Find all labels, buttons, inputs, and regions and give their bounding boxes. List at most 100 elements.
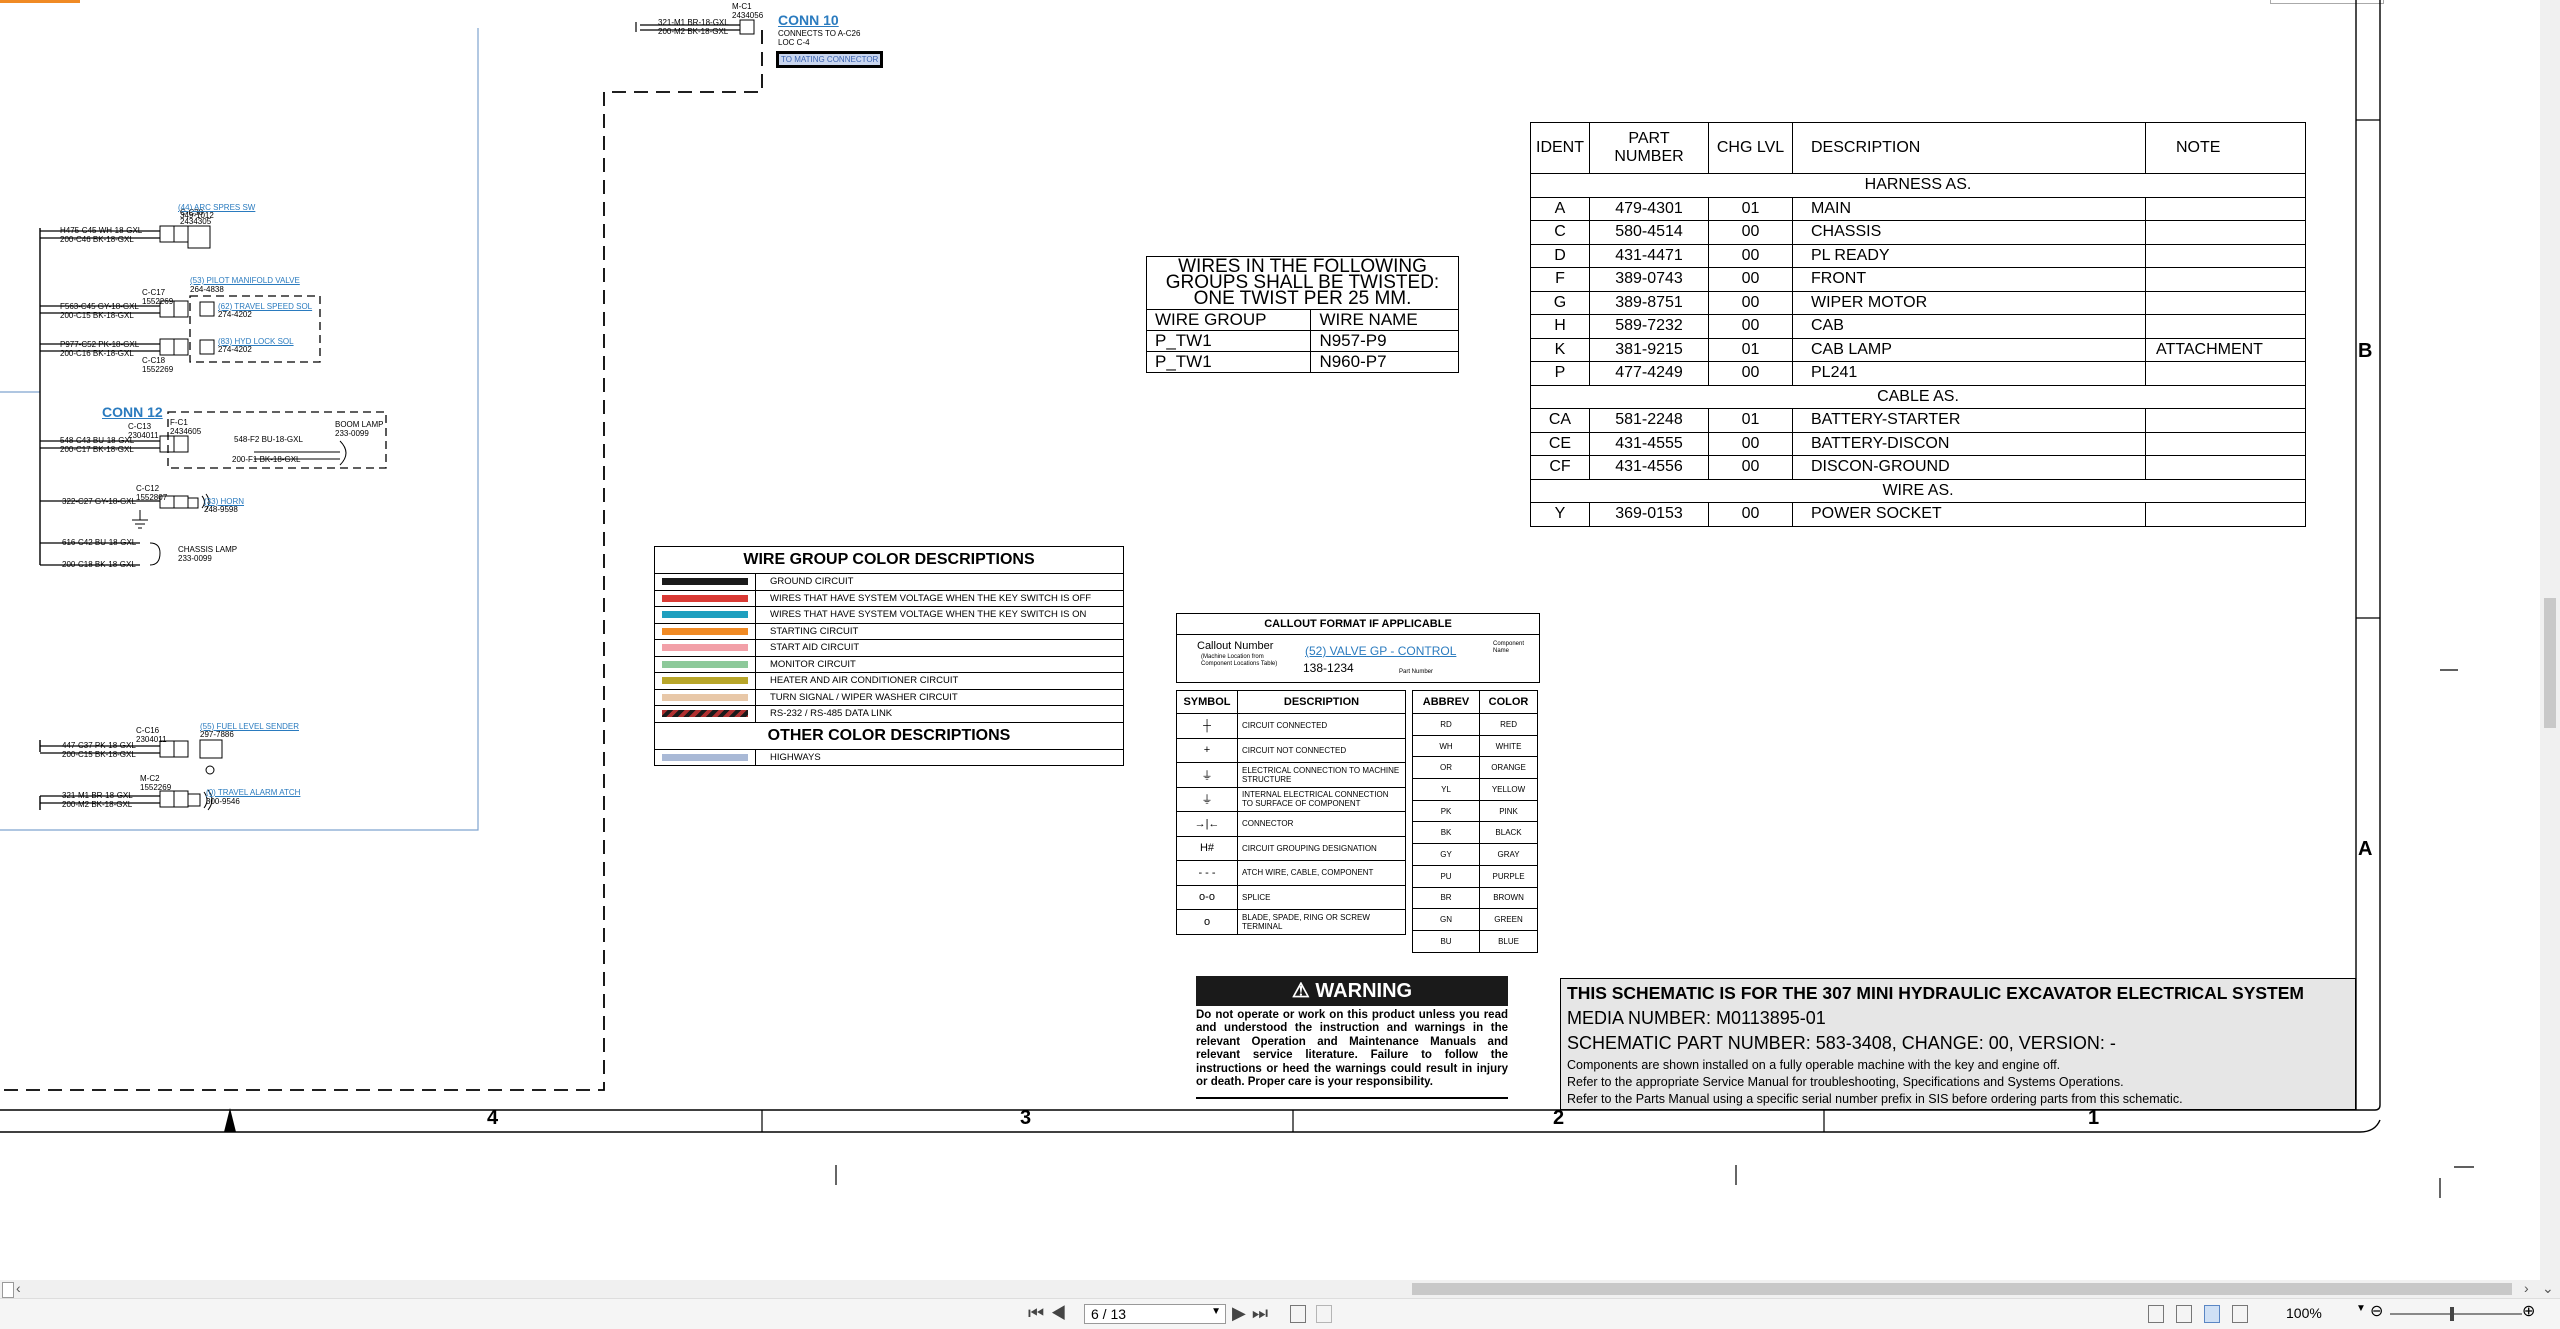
page-back-icon[interactable]: [1290, 1305, 1306, 1323]
link-pilot-manifold[interactable]: (53) PILOT MANIFOLD VALVE: [190, 276, 300, 285]
continuous-facing-view-icon[interactable]: [2231, 1305, 2248, 1323]
color-abbrev-table: ABBREV COLOR RD RED WH WHITE OR ORANGE YL YELLOW…: [1411, 690, 1538, 953]
abbrev-row: BR BROWN: [1411, 886, 1538, 910]
conn10-link[interactable]: CONN 10: [778, 12, 839, 28]
color-swatch: [662, 677, 748, 685]
horizontal-scroll-thumb[interactable]: [1412, 1283, 2512, 1295]
zoom-slider-thumb[interactable]: [2450, 1307, 2454, 1321]
wire-group-row: STARTING CIRCUIT: [655, 623, 1123, 640]
wire-group-row: RS-232 / RS-485 DATA LINK: [655, 706, 1123, 722]
facing-view-icon[interactable]: [2203, 1305, 2220, 1323]
parts-row: G 389-8751 00 WIPER MOTOR: [1530, 290, 2306, 315]
symbol-row: →|← CONNECTOR: [1176, 811, 1406, 837]
color-swatch: [662, 660, 748, 668]
zone-2: 2: [1553, 1107, 1565, 1129]
horizontal-scrollbar[interactable]: ‹ ›: [0, 1280, 2540, 1298]
symbol-row: o-o SPLICE: [1176, 884, 1406, 910]
scroll-right-icon[interactable]: ›: [2524, 1280, 2529, 1296]
color-swatch: [662, 627, 748, 635]
title-block: THIS SCHEMATIC IS FOR THE 307 MINI HYDRA…: [1560, 978, 2356, 1110]
next-page-icon[interactable]: ▶: [1232, 1303, 1252, 1323]
zoom-slider[interactable]: [2390, 1307, 2522, 1321]
abbrev-row: YL YELLOW: [1411, 778, 1538, 801]
abbrev-row: WH WHITE: [1411, 734, 1538, 758]
parts-row: CE 431-4555 00 BATTERY-DISCON: [1530, 431, 2306, 456]
color-swatch: [662, 753, 748, 761]
symbol-row: ┼ CIRCUIT CONNECTED: [1176, 713, 1406, 739]
warning-icon: ⚠: [1291, 980, 1310, 1002]
parts-row: K 381-9215 01 CAB LAMP ATTACHMENT: [1530, 337, 2306, 362]
page-number-select[interactable]: 6 / 13 ▼: [1084, 1304, 1226, 1324]
abbrev-row: PK PINK: [1411, 799, 1538, 823]
color-swatch: [662, 611, 748, 619]
wire-group-row: HEATER AND AIR CONDITIONER CIRCUIT: [655, 673, 1123, 690]
schematic-canvas: H475-C45 WH-18-GXL 200-C46 BK-18-GXL C-C3…: [0, 0, 2540, 1280]
parts-row: CF 431-4556 00 DISCON-GROUND: [1530, 455, 2306, 480]
abbrev-row: PU PURPLE: [1411, 864, 1538, 888]
last-page-icon[interactable]: ⏭: [1252, 1303, 1274, 1323]
color-swatch: [662, 710, 748, 718]
connector-label: C-C17 1552269: [142, 288, 174, 306]
zone-1: 1: [2088, 1107, 2100, 1129]
wire-label: 321-M1 BR-18-GXL 200-M2 BK-18-GXL: [62, 791, 133, 809]
parts-row: C 580-4514 00 CHASSIS: [1530, 220, 2306, 245]
scroll-down-icon[interactable]: ⌄: [2542, 1280, 2554, 1297]
wire-group-row: WIRES THAT HAVE SYSTEM VOLTAGE WHEN THE …: [655, 590, 1123, 607]
vertical-scrollbar[interactable]: [2540, 0, 2560, 1280]
wire-group-row: GROUND CIRCUIT: [655, 574, 1123, 591]
vertical-scroll-thumb[interactable]: [2544, 598, 2556, 728]
zoom-out-icon[interactable]: ⊖: [2370, 1301, 2383, 1321]
symbol-row: + CIRCUIT NOT CONNECTED: [1176, 737, 1406, 763]
callout-example-link[interactable]: (52) VALVE GP - CONTROL: [1305, 645, 1456, 657]
wire-group-row: WIRES THAT HAVE SYSTEM VOLTAGE WHEN THE …: [655, 607, 1123, 624]
wire-label: F563-C45 GY-18-GXL 200-C15 BK-18-GXL: [60, 302, 139, 320]
wire-group-row: START AID CIRCUIT: [655, 640, 1123, 657]
symbol-row: ⏚ ELECTRICAL CONNECTION TO MACHINE STRUCT…: [1176, 762, 1406, 788]
wire-label: 322-C27 GY-18-GXL: [62, 497, 136, 506]
zone-3: 3: [1020, 1107, 1032, 1129]
abbrev-row: BU BLUE: [1411, 929, 1538, 953]
abbrev-row: OR ORANGE: [1411, 756, 1538, 780]
abbrev-row: BK BLACK: [1411, 821, 1538, 845]
symbol-row: H# CIRCUIT GROUPING DESIGNATION: [1176, 835, 1406, 861]
zoom-level[interactable]: 100%: [2286, 1305, 2322, 1321]
symbol-row: ⏚ INTERNAL ELECTRICAL CONNECTION TO SURFA…: [1176, 786, 1406, 812]
prev-page-icon[interactable]: ◀: [1050, 1303, 1072, 1323]
zoom-dropdown-icon[interactable]: ▼: [2356, 1303, 2366, 1314]
parts-row: D 431-4471 00 PL READY: [1530, 243, 2306, 268]
first-page-icon[interactable]: ⏮: [1028, 1303, 1050, 1323]
symbol-row: o BLADE, SPADE, RING OR SCREW TERMINAL: [1176, 909, 1406, 935]
parts-row: Y 369-0153 00 POWER SOCKET: [1530, 502, 2306, 527]
chevron-down-icon: ▼: [1211, 1306, 1221, 1317]
parts-row: H 589-7232 00 CAB: [1530, 314, 2306, 339]
color-swatch: [662, 594, 748, 602]
conn12-link[interactable]: CONN 12: [102, 404, 163, 420]
zone-b: B: [2358, 340, 2373, 362]
mating-connector-link[interactable]: TO MATING CONNECTOR: [776, 51, 884, 68]
abbrev-row: RD RED: [1411, 713, 1538, 736]
zoom-in-icon[interactable]: ⊕: [2522, 1301, 2535, 1321]
wire-group-row: TURN SIGNAL / WIPER WASHER CIRCUIT: [655, 689, 1123, 706]
wire-group-row: MONITOR CIRCUIT: [655, 656, 1123, 673]
zone-4: 4: [487, 1107, 499, 1129]
parts-section-header: CABLE AS.: [1530, 384, 2306, 409]
color-swatch: [662, 693, 748, 701]
parts-row: A 479-4301 01 MAIN: [1530, 196, 2306, 221]
scroll-left-icon[interactable]: ‹: [16, 1280, 21, 1296]
warning-banner: ⚠ WARNING: [1196, 976, 1508, 1006]
abbrev-row: GN GREEN: [1411, 908, 1538, 931]
wire-label: 548-C43 BU-18-GXL 200-C17 BK-18-GXL: [60, 436, 135, 454]
twisted-wires-table: WIRES IN THE FOLLOWING GROUPS SHALL BE TW…: [1145, 256, 1459, 373]
link-travel-alarm[interactable]: (0) TRAVEL ALARM ATCH: [206, 788, 300, 797]
zone-a: A: [2358, 838, 2373, 860]
page-forward-icon[interactable]: [1315, 1305, 1332, 1323]
parts-section-header: WIRE AS.: [1530, 478, 2306, 503]
wire-group-legend: WIRE GROUP COLOR DESCRIPTIONS GROUND CIR…: [654, 546, 1124, 766]
continuous-view-icon[interactable]: [2175, 1305, 2192, 1323]
wire-label: P977-C52 PK-18-GXL 200-C16 BK-18-GXL: [60, 340, 140, 358]
single-page-view-icon[interactable]: [2148, 1305, 2164, 1323]
parts-row: F 389-0743 00 FRONT: [1530, 267, 2306, 292]
harness-parts-table: IDENT PART NUMBER CHG LVL DESCRIPTION NO…: [1530, 122, 2306, 527]
parts-row: P 477-4249 00 PL241: [1530, 361, 2306, 386]
parts-section-header: HARNESS AS.: [1530, 173, 2306, 198]
